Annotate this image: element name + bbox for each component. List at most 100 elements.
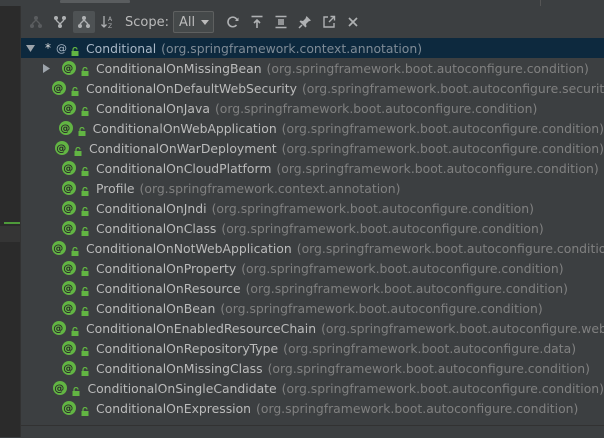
gutter-highlight bbox=[0, 226, 20, 242]
annotation-class-icon: @ bbox=[61, 400, 77, 416]
annotation-class-icon: @ bbox=[58, 120, 74, 136]
class-hierarchy-icon bbox=[78, 16, 90, 28]
supertypes-hierarchy-button[interactable] bbox=[49, 11, 71, 33]
public-lock-icon bbox=[81, 184, 89, 196]
svg-text:@: @ bbox=[63, 104, 73, 115]
tree-node-row[interactable]: @ ConditionalOnWebApplication (org.springf… bbox=[21, 118, 604, 138]
tree-node-package: (org.springframework.boot.autoconfigure.… bbox=[276, 160, 599, 176]
tree-expand-placeholder bbox=[41, 383, 42, 393]
tree-node-row[interactable]: @ ConditionalOnEnabledResourceChain (org.s… bbox=[21, 318, 604, 338]
svg-text:@: @ bbox=[63, 264, 73, 275]
sort-alphabetically-icon: A Z bbox=[101, 16, 113, 30]
sort-alphabetically-button[interactable]: A Z bbox=[97, 11, 119, 33]
class-hierarchy-button[interactable] bbox=[73, 11, 95, 33]
tree-node-package: (org.springframework.boot.autoconfigure.… bbox=[281, 140, 604, 156]
tree-node-row[interactable]: @ ConditionalOnMissingClass (org.springfra… bbox=[21, 358, 604, 378]
tree-node-row[interactable]: @ Profile (org.springframework.context.ann… bbox=[21, 178, 604, 198]
tree-expand-placeholder bbox=[41, 403, 51, 413]
tree-node-row[interactable]: @ ConditionalOnNotWebApplication (org.spri… bbox=[21, 238, 604, 258]
subtypes-hierarchy-button[interactable] bbox=[25, 11, 47, 33]
tree-expand-placeholder bbox=[41, 143, 44, 153]
tree-expand-placeholder bbox=[41, 203, 51, 213]
public-lock-icon bbox=[71, 44, 79, 56]
annotation-class-icon: @ bbox=[61, 220, 77, 236]
scope-value: All bbox=[178, 14, 196, 30]
tree-node-row[interactable]: @ ConditionalOnSingleCandidate (org.spring… bbox=[21, 378, 604, 398]
tree-node-name: ConditionalOnResource bbox=[96, 280, 241, 296]
annotation-class-icon: @ bbox=[61, 200, 77, 216]
tree-node-row[interactable]: @ ConditionalOnResource (org.springframewo… bbox=[21, 278, 604, 298]
scope-dropdown[interactable]: All bbox=[172, 11, 215, 33]
refresh-button[interactable] bbox=[222, 11, 244, 33]
tree-node-row[interactable]: @ ConditionalOnRepositoryType (org.springf… bbox=[21, 338, 604, 358]
tree-node-name: ConditionalOnMissingClass bbox=[96, 360, 263, 376]
tree-node-package: (org.springframework.boot.autoconfigure.… bbox=[281, 120, 604, 136]
public-lock-icon bbox=[71, 84, 79, 96]
tree-expand-placeholder bbox=[41, 363, 51, 373]
tree-node-name: ConditionalOnRepositoryType bbox=[96, 340, 279, 356]
tree-expand-placeholder bbox=[41, 223, 51, 233]
tree-node-package: (org.springframework.boot.autoconfigure.… bbox=[256, 400, 579, 416]
open-in-window-icon bbox=[323, 15, 336, 28]
export-button[interactable] bbox=[246, 11, 268, 33]
tree-node-package: (org.springframework.boot.autoconfigure.… bbox=[296, 240, 604, 256]
public-lock-icon bbox=[81, 304, 89, 316]
tree-node-package: (org.springframework.boot.autoconfigure.… bbox=[267, 360, 590, 376]
tree-node-row[interactable]: @ ConditionalOnDefaultWebSecurity (org.spr… bbox=[21, 78, 604, 98]
pin-button[interactable] bbox=[294, 11, 316, 33]
tree-expand-toggle[interactable] bbox=[41, 63, 51, 73]
tree-node-row[interactable]: @ ConditionalOnClass (org.springframework.… bbox=[21, 218, 604, 238]
public-lock-icon bbox=[71, 244, 79, 256]
annotation-class-icon: @ bbox=[52, 380, 68, 396]
public-lock-icon bbox=[81, 224, 89, 236]
hierarchy-tree[interactable]: * @ Conditional (org.springframework.con… bbox=[21, 38, 604, 418]
tree-node-row[interactable]: @ ConditionalOnBean (org.springframework.b… bbox=[21, 298, 604, 318]
annotation-class-icon: @ bbox=[51, 80, 67, 96]
annotation-class-icon: @ bbox=[61, 260, 77, 276]
tree-node-package: (org.springframework.boot.autoconfigure.… bbox=[214, 100, 538, 116]
chevron-down-icon bbox=[201, 19, 210, 25]
annotation-icon: @ bbox=[56, 42, 68, 55]
svg-text:@: @ bbox=[63, 204, 73, 215]
tree-node-row[interactable]: @ ConditionalOnMissingBean (org.springfram… bbox=[21, 58, 604, 78]
tree-node-row[interactable]: @ ConditionalOnWarDeployment (org.springfr… bbox=[21, 138, 604, 158]
tree-node-name: Profile bbox=[96, 180, 135, 196]
svg-text:@: @ bbox=[63, 284, 73, 295]
annotation-class-icon: @ bbox=[51, 240, 67, 256]
horizontal-scrollbar[interactable] bbox=[21, 425, 604, 438]
tree-node-name: ConditionalOnCloudPlatform bbox=[96, 160, 272, 176]
tree-collapse-toggle[interactable] bbox=[25, 43, 35, 53]
tree-node-name: ConditionalOnSingleCandidate bbox=[87, 380, 277, 396]
annotation-class-icon: @ bbox=[61, 280, 77, 296]
annotation-class-icon: @ bbox=[61, 160, 77, 176]
base-marker-icon: * bbox=[45, 41, 51, 55]
close-button[interactable] bbox=[342, 11, 364, 33]
public-lock-icon bbox=[81, 204, 89, 216]
public-lock-icon bbox=[71, 324, 79, 336]
tree-node-row[interactable]: @ ConditionalOnCloudPlatform (org.springfr… bbox=[21, 158, 604, 178]
open-in-window-button[interactable] bbox=[318, 11, 340, 33]
tree-node-package: (org.springframework.boot.autoconfigure.… bbox=[241, 260, 564, 276]
close-icon bbox=[348, 17, 358, 27]
tree-root-row[interactable]: * @ Conditional (org.springframework.con… bbox=[21, 38, 604, 58]
annotation-class-icon: @ bbox=[61, 300, 77, 316]
svg-text:@: @ bbox=[55, 384, 65, 395]
svg-text:@: @ bbox=[60, 124, 70, 135]
tree-node-row[interactable]: @ ConditionalOnJndi (org.springframework.b… bbox=[21, 198, 604, 218]
expand-all-button[interactable] bbox=[270, 11, 292, 33]
pin-icon bbox=[298, 16, 312, 29]
svg-text:@: @ bbox=[53, 244, 63, 255]
public-lock-icon bbox=[81, 364, 89, 376]
svg-text:@: @ bbox=[53, 84, 63, 95]
tree-node-row[interactable]: @ ConditionalOnJava (org.springframework.b… bbox=[21, 98, 604, 118]
tree-node-row[interactable]: @ ConditionalOnExpression (org.springframe… bbox=[21, 398, 604, 418]
svg-text:@: @ bbox=[63, 344, 73, 355]
tree-node-row[interactable]: @ ConditionalOnProperty (org.springframewo… bbox=[21, 258, 604, 278]
svg-text:@: @ bbox=[63, 224, 73, 235]
type-hierarchy-panel: A Z Scope: All * @ Conditional (org.spri… bbox=[21, 6, 604, 438]
tree-node-name: ConditionalOnBean bbox=[96, 300, 216, 316]
tree-node-package: (org.springframework.context.annotation) bbox=[139, 180, 401, 196]
gutter-marker bbox=[4, 222, 20, 224]
public-lock-icon bbox=[72, 384, 80, 396]
tree-expand-placeholder bbox=[41, 343, 51, 353]
